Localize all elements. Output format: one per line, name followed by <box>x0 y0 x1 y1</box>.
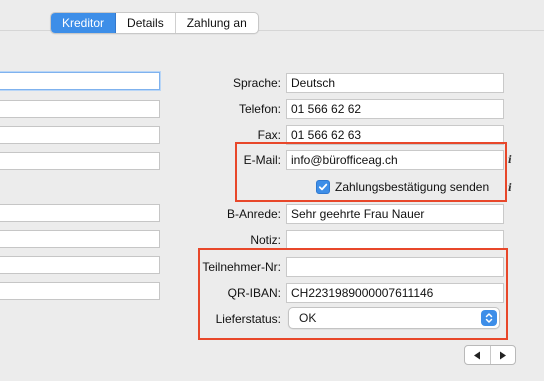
telefon-label: Telefon: <box>238 102 281 116</box>
left-field-4[interactable] <box>0 152 160 170</box>
previous-record-button[interactable] <box>465 346 490 364</box>
left-field-2[interactable] <box>0 100 160 118</box>
payment-highlight-box <box>198 248 508 340</box>
tab-zahlung-an[interactable]: Zahlung an <box>176 13 258 33</box>
notiz-label: Notiz: <box>250 233 281 247</box>
triangle-right-icon <box>499 351 506 359</box>
notiz-field[interactable] <box>286 230 504 250</box>
b-anrede-field[interactable]: Sehr geehrte Frau Nauer <box>286 204 504 224</box>
left-field-1[interactable] <box>0 72 160 90</box>
record-navigation <box>464 345 516 365</box>
info-icon[interactable]: i <box>508 155 512 166</box>
info-icon[interactable]: i <box>508 183 512 194</box>
left-field-6[interactable] <box>0 230 160 248</box>
triangle-left-icon <box>474 351 481 359</box>
next-record-button[interactable] <box>489 346 516 364</box>
email-highlight-box <box>235 142 507 202</box>
b-anrede-label: B-Anrede: <box>226 207 281 221</box>
sprache-label: Sprache: <box>232 76 281 90</box>
sprache-field[interactable]: Deutsch <box>286 73 504 93</box>
left-field-7[interactable] <box>0 256 160 274</box>
left-field-8[interactable] <box>0 282 160 300</box>
tab-bar: Kreditor Details Zahlung an <box>50 12 259 34</box>
tab-details[interactable]: Details <box>116 13 176 33</box>
left-field-3[interactable] <box>0 126 160 144</box>
telefon-field[interactable]: 01 566 62 62 <box>286 99 504 119</box>
left-field-5[interactable] <box>0 204 160 222</box>
tab-kreditor[interactable]: Kreditor <box>51 13 117 33</box>
